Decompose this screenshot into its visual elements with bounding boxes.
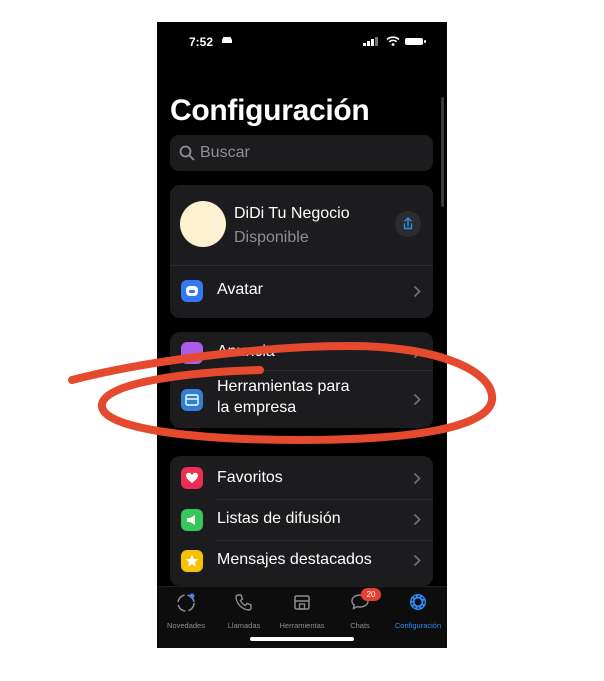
settings-gear-icon <box>410 594 426 610</box>
profile-name: DiDi Tu Negocio <box>234 205 350 222</box>
profile-card: DiDi Tu Negocio Disponible Avatar <box>170 185 433 318</box>
megaphone-icon <box>181 342 203 364</box>
search-placeholder[interactable]: Buscar <box>200 144 250 162</box>
tab-label: Chats <box>350 621 370 630</box>
updates-icon <box>177 593 195 612</box>
qr-share-button[interactable] <box>395 211 421 237</box>
chevron-right-icon <box>413 346 421 359</box>
battery-icon <box>405 38 426 45</box>
list-item-broadcast[interactable]: Listas de difusión <box>170 499 433 540</box>
status-time: 7:52 <box>189 35 214 49</box>
tab-configuracion[interactable]: Configuración <box>389 591 447 630</box>
search-icon <box>179 145 195 161</box>
tab-label: Herramientas <box>279 621 325 630</box>
broadcast-label: Listas de difusión <box>217 510 341 527</box>
tab-llamadas[interactable]: Llamadas <box>215 591 273 630</box>
starred-label: Mensajes destacados <box>217 551 372 568</box>
avatar-settings-icon <box>181 280 203 302</box>
profile-row[interactable]: DiDi Tu Negocio Disponible <box>170 185 433 265</box>
chevron-right-icon <box>413 513 421 526</box>
tab-label: Llamadas <box>227 621 261 630</box>
phone-screen: 7:52 Configuración Buscar DiDi Tu Negoci… <box>157 22 447 648</box>
avatar-label: Avatar <box>217 281 263 298</box>
phone-icon <box>235 594 252 611</box>
storefront-icon <box>181 389 203 411</box>
store-icon <box>294 595 310 610</box>
chevron-right-icon <box>413 285 421 298</box>
tab-label: Configuración <box>394 621 442 630</box>
avatar-row[interactable]: Avatar <box>170 265 433 318</box>
business-card: Anuncia Herramientas para la empresa <box>170 332 433 428</box>
broadcast-megaphone-icon <box>181 509 203 531</box>
car-icon <box>222 37 232 43</box>
wifi-icon <box>386 36 400 46</box>
list-item-anuncia[interactable]: Anuncia <box>170 332 433 370</box>
scrollbar[interactable] <box>441 97 444 207</box>
business-tools-label-line1: Herramientas para <box>217 378 350 395</box>
chevron-right-icon <box>413 554 421 567</box>
list-item-favoritos[interactable]: Favoritos <box>170 456 433 499</box>
list-item-business-tools[interactable]: Herramientas para la empresa <box>170 370 433 428</box>
tab-label: Novedades <box>167 621 205 630</box>
share-icon <box>403 217 413 230</box>
home-indicator[interactable] <box>250 637 354 641</box>
tab-novedades[interactable]: Novedades <box>157 591 215 630</box>
business-tools-label-line2: la empresa <box>217 399 297 416</box>
unread-badge: 20 <box>361 588 381 601</box>
lists-card: Favoritos Listas de difusión Mensajes de… <box>170 456 433 586</box>
tab-herramientas[interactable]: Herramientas <box>273 591 331 630</box>
anuncia-label: Anuncia <box>217 343 275 360</box>
favoritos-label: Favoritos <box>217 469 283 486</box>
list-item-starred[interactable]: Mensajes destacados <box>170 540 433 582</box>
cellular-signal-icon <box>363 37 378 46</box>
star-icon <box>181 550 203 572</box>
status-bar: 7:52 <box>157 22 447 62</box>
chevron-right-icon <box>413 393 421 406</box>
search-bar[interactable]: Buscar <box>170 135 433 171</box>
avatar[interactable] <box>180 201 226 247</box>
tab-chats[interactable]: 20 Chats <box>331 588 389 630</box>
heart-icon <box>181 467 203 489</box>
chevron-right-icon <box>413 472 421 485</box>
page-title: Configuración <box>170 94 370 127</box>
profile-status: Disponible <box>234 229 309 246</box>
